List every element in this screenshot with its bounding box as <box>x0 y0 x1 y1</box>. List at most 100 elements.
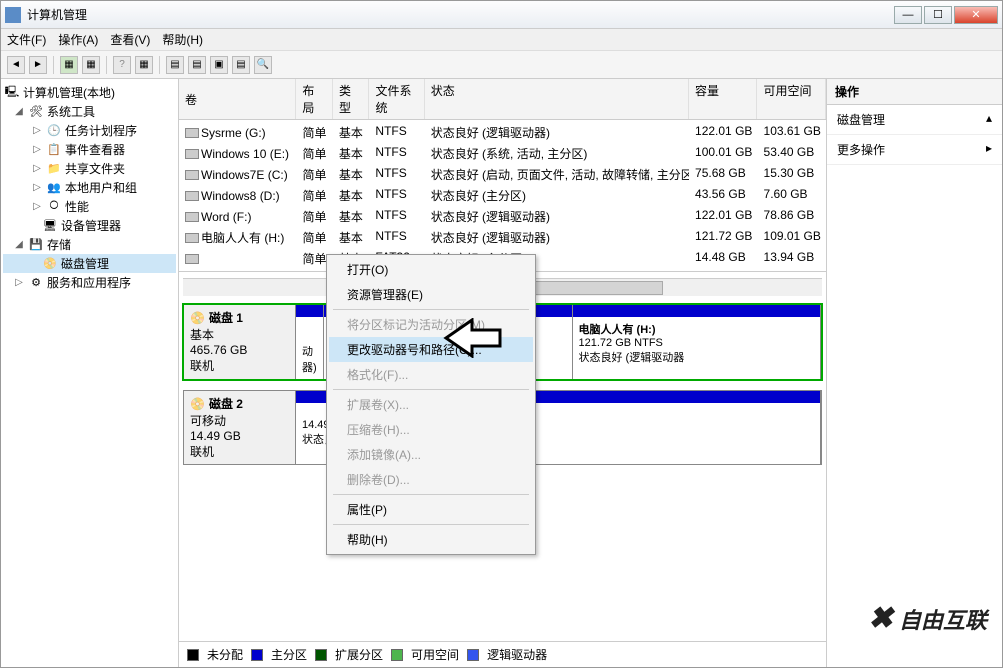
disk-status: 联机 <box>190 443 289 460</box>
drive-icon <box>185 149 199 159</box>
expand-icon[interactable]: ▷ <box>13 277 25 288</box>
actions-more[interactable]: 更多操作 ▸ <box>827 135 1002 165</box>
volume-fs: NTFS <box>369 228 424 247</box>
minimize-button[interactable]: — <box>894 6 922 24</box>
titlebar[interactable]: 计算机管理 — ☐ ✕ <box>1 1 1002 29</box>
col-free[interactable]: 可用空间 <box>757 79 826 119</box>
volume-status: 状态良好 (启动, 页面文件, 活动, 故障转储, 主分区) <box>425 165 689 184</box>
menu-help[interactable]: 帮助(H) <box>162 31 203 48</box>
volume-row[interactable]: 电脑人人有 (H:)简单基本NTFS状态良好 (逻辑驱动器)121.72 GB1… <box>179 227 826 248</box>
volume-free: 78.86 GB <box>758 207 826 226</box>
expand-icon[interactable]: ▷ <box>31 201 43 212</box>
col-type[interactable]: 类型 <box>333 79 370 119</box>
expand-icon[interactable]: ▷ <box>31 182 43 193</box>
volume-capacity: 14.48 GB <box>689 249 757 268</box>
legend-unallocated-swatch <box>187 649 199 661</box>
volume-name: Windows 10 (E:) <box>201 147 289 161</box>
menubar: 文件(F) 操作(A) 查看(V) 帮助(H) <box>1 29 1002 51</box>
cm-change-letter[interactable]: 更改驱动器号和路径(C)... <box>329 337 533 362</box>
toolbar-icon[interactable]: ▤ <box>188 56 206 74</box>
volume-row[interactable]: Windows 10 (E:)简单基本NTFS状态良好 (系统, 活动, 主分区… <box>179 143 826 164</box>
partition-h[interactable]: 电脑人人有 (H:) 121.72 GB NTFS 状态良好 (逻辑驱动器 <box>573 305 822 379</box>
toolbar-icon[interactable]: ▤ <box>232 56 250 74</box>
watermark: ✖ 自由互联 <box>868 601 987 636</box>
volume-row[interactable]: Windows8 (D:)简单基本NTFS状态良好 (主分区)43.56 GB7… <box>179 185 826 206</box>
tree-storage[interactable]: ◢ 💾 存储 <box>3 235 176 254</box>
tree-systools[interactable]: ◢ 🛠 系统工具 <box>3 102 176 121</box>
expand-icon[interactable]: ▷ <box>31 125 43 136</box>
back-icon[interactable]: ◄ <box>7 56 25 74</box>
volume-type: 基本 <box>333 186 369 205</box>
volume-row[interactable]: Sysrme (G:)简单基本NTFS状态良好 (逻辑驱动器)122.01 GB… <box>179 122 826 143</box>
collapse-icon[interactable]: ◢ <box>13 106 25 117</box>
volume-status: 状态良好 (逻辑驱动器) <box>425 207 689 226</box>
volume-row[interactable]: Word (F:)简单基本NTFS状态良好 (逻辑驱动器)122.01 GB78… <box>179 206 826 227</box>
chevron-right-icon: ▸ <box>986 141 992 158</box>
refresh-icon[interactable]: ? <box>113 56 131 74</box>
volume-fs: NTFS <box>369 207 424 226</box>
perf-icon: 🞅 <box>47 200 61 214</box>
forward-icon[interactable]: ► <box>29 56 47 74</box>
cm-format: 格式化(F)... <box>329 362 533 387</box>
col-volume[interactable]: 卷 <box>179 79 296 119</box>
cm-help[interactable]: 帮助(H) <box>329 527 533 552</box>
toolbar-icon[interactable]: ▤ <box>166 56 184 74</box>
cm-delete: 删除卷(D)... <box>329 467 533 492</box>
app-icon <box>5 7 21 23</box>
toolbar-icon[interactable]: ▦ <box>82 56 100 74</box>
actions-header: 操作 <box>827 79 1002 105</box>
disk-type: 基本 <box>190 326 289 343</box>
window-controls: — ☐ ✕ <box>894 6 998 24</box>
menu-view[interactable]: 查看(V) <box>110 31 150 48</box>
tree-eventviewer[interactable]: ▷ 📋 事件查看器 <box>3 140 176 159</box>
volume-capacity: 100.01 GB <box>689 144 757 163</box>
col-status[interactable]: 状态 <box>425 79 689 119</box>
tree-services[interactable]: ▷ ⚙ 服务和应用程序 <box>3 273 176 292</box>
partition-fragment[interactable]: 动器) <box>296 305 324 379</box>
collapse-icon[interactable]: ◢ <box>13 239 25 250</box>
tree-root[interactable]: 🖳 计算机管理(本地) <box>3 83 176 102</box>
col-layout[interactable]: 布局 <box>296 79 333 119</box>
volume-list[interactable]: Sysrme (G:)简单基本NTFS状态良好 (逻辑驱动器)122.01 GB… <box>179 120 826 271</box>
col-capacity[interactable]: 容量 <box>689 79 758 119</box>
volume-layout: 简单 <box>296 186 332 205</box>
menu-file[interactable]: 文件(F) <box>7 31 46 48</box>
tree-devmgr[interactable]: 🖥 设备管理器 <box>3 216 176 235</box>
expand-icon[interactable]: ▷ <box>31 144 43 155</box>
volume-free: 53.40 GB <box>758 144 826 163</box>
cm-explore[interactable]: 资源管理器(E) <box>329 282 533 307</box>
col-fs[interactable]: 文件系统 <box>369 79 424 119</box>
tree-label: 设备管理器 <box>61 217 121 234</box>
menu-action[interactable]: 操作(A) <box>58 31 98 48</box>
volume-name: Windows7E (C:) <box>201 168 288 182</box>
toolbar-icon[interactable]: 🔍 <box>254 56 272 74</box>
users-icon: 👥 <box>47 181 61 195</box>
cm-properties[interactable]: 属性(P) <box>329 497 533 522</box>
cm-open[interactable]: 打开(O) <box>329 257 533 282</box>
toolbar-icon[interactable]: ▦ <box>135 56 153 74</box>
tree-label: 性能 <box>65 198 89 215</box>
cm-extend: 扩展卷(X)... <box>329 392 533 417</box>
tree-scheduler[interactable]: ▷ 🕒 任务计划程序 <box>3 121 176 140</box>
tree-diskmgmt[interactable]: 📀 磁盘管理 <box>3 254 176 273</box>
maximize-button[interactable]: ☐ <box>924 6 952 24</box>
volume-layout: 简单 <box>296 207 332 226</box>
tree-perf[interactable]: ▷ 🞅 性能 <box>3 197 176 216</box>
disk-status: 联机 <box>190 357 289 374</box>
tree-shared[interactable]: ▷ 📁 共享文件夹 <box>3 159 176 178</box>
volume-capacity: 75.68 GB <box>689 165 757 184</box>
disk-size: 14.49 GB <box>190 429 289 443</box>
actions-section[interactable]: 磁盘管理 ▴ <box>827 105 1002 135</box>
expand-icon[interactable]: ▷ <box>31 163 43 174</box>
toolbar-icon[interactable]: ▦ <box>60 56 78 74</box>
close-button[interactable]: ✕ <box>954 6 998 24</box>
tree-users[interactable]: ▷ 👥 本地用户和组 <box>3 178 176 197</box>
volume-free: 103.61 GB <box>758 123 826 142</box>
cm-mark-active: 将分区标记为活动分区(M) <box>329 312 533 337</box>
tree-pane[interactable]: 🖳 计算机管理(本地) ◢ 🛠 系统工具 ▷ 🕒 任务计划程序 ▷ 📋 事件查看… <box>1 79 179 667</box>
volume-type: 基本 <box>333 144 369 163</box>
drive-icon <box>185 233 199 243</box>
toolbar-icon[interactable]: ▣ <box>210 56 228 74</box>
volume-row[interactable]: Windows7E (C:)简单基本NTFS状态良好 (启动, 页面文件, 活动… <box>179 164 826 185</box>
volume-type: 基本 <box>333 228 369 247</box>
